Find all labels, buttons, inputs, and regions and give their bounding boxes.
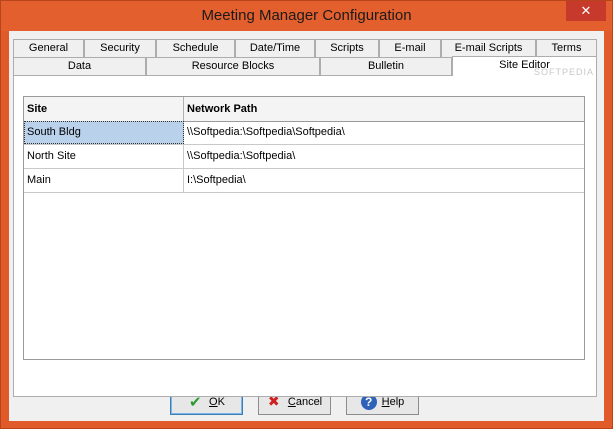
tab-scripts[interactable]: Scripts xyxy=(315,39,379,57)
help-mnemonic: H xyxy=(381,396,390,408)
cancel-mnemonic: C xyxy=(287,396,296,408)
site-cell[interactable]: North Site xyxy=(24,145,184,168)
network-path-cell[interactable]: I:\Softpedia\ xyxy=(184,169,584,192)
column-header-site[interactable]: Site xyxy=(24,97,184,121)
network-path-cell[interactable]: \\Softpedia:\Softpedia\Softpedia\ xyxy=(184,121,584,144)
title-bar[interactable]: Meeting Manager Configuration ✕ xyxy=(1,1,612,31)
close-icon[interactable]: ✕ xyxy=(566,1,606,21)
tab-terms[interactable]: Terms xyxy=(536,39,597,57)
site-cell[interactable]: Main xyxy=(24,169,184,192)
dialog-window: Meeting Manager Configuration ✕ General … xyxy=(0,0,613,429)
help-label-rest: elp xyxy=(389,396,405,408)
table-row[interactable]: North Site \\Softpedia:\Softpedia\ xyxy=(24,145,584,169)
table-row[interactable]: Main I:\Softpedia\ xyxy=(24,169,584,193)
ok-mnemonic: O xyxy=(209,396,218,408)
cancel-label-rest: ancel xyxy=(295,396,323,408)
tab-general[interactable]: General xyxy=(13,39,84,57)
ok-label-rest: K xyxy=(217,396,225,408)
column-header-network-path[interactable]: Network Path xyxy=(184,97,584,121)
tab-date-time[interactable]: Date/Time xyxy=(235,39,315,57)
cancel-button-label: Cancel xyxy=(288,396,322,408)
site-grid[interactable]: Site Network Path South Bldg \\Softpedia… xyxy=(23,96,585,360)
tab-data[interactable]: Data xyxy=(13,57,146,75)
help-button-label: Help xyxy=(382,396,405,408)
table-row[interactable]: South Bldg \\Softpedia:\Softpedia\Softpe… xyxy=(24,121,584,145)
tab-schedule[interactable]: Schedule xyxy=(156,39,235,57)
tab-email-scripts[interactable]: E-mail Scripts xyxy=(441,39,536,57)
tab-email[interactable]: E-mail xyxy=(379,39,441,57)
site-editor-panel: Site Network Path South Bldg \\Softpedia… xyxy=(13,75,597,397)
tab-bulletin[interactable]: Bulletin xyxy=(320,57,452,75)
site-cell[interactable]: South Bldg xyxy=(24,121,184,144)
tab-security[interactable]: Security xyxy=(84,39,156,57)
ok-button-label: OK xyxy=(209,396,225,408)
dialog-client-area: General Security Schedule Date/Time Scri… xyxy=(9,31,604,421)
network-path-cell[interactable]: \\Softpedia:\Softpedia\ xyxy=(184,145,584,168)
tab-resource-blocks[interactable]: Resource Blocks xyxy=(146,57,320,75)
watermark: SOFTPEDIA xyxy=(533,67,594,77)
grid-header: Site Network Path xyxy=(24,97,584,122)
window-title: Meeting Manager Configuration xyxy=(201,7,412,24)
